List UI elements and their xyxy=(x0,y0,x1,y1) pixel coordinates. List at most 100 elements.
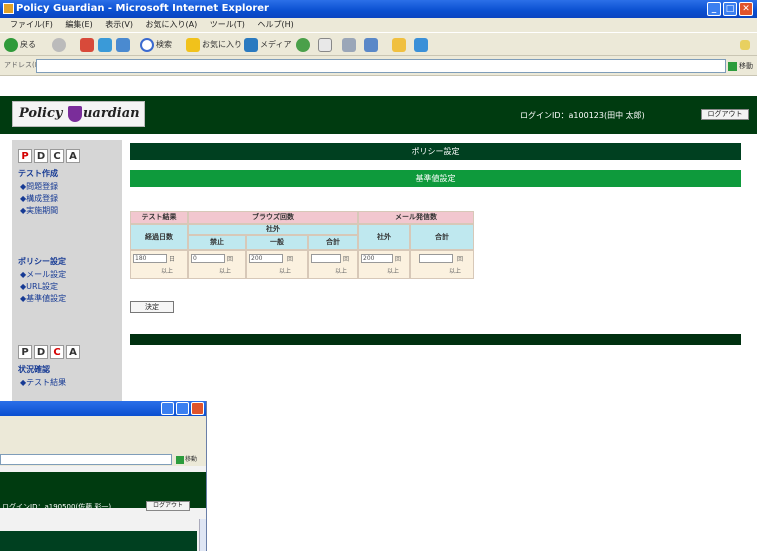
pdca-a[interactable]: A xyxy=(66,149,80,163)
mail-total-input[interactable] xyxy=(419,254,453,263)
decide-button[interactable]: 決定 xyxy=(130,301,174,313)
sidebar-item-structure[interactable]: ◆構成登録 xyxy=(20,193,58,204)
address-bar: アドレス(D) 移動 xyxy=(0,56,757,76)
second-browser-window: 移動 ログインID：a190500(佐藤 彩一) ログアウト xyxy=(0,401,207,551)
search-icon xyxy=(140,37,154,52)
media-button[interactable]: メディア xyxy=(244,37,291,53)
history-icon xyxy=(296,37,310,52)
header-external: 社外 xyxy=(188,224,358,235)
section-title-bar: ポリシー設定 xyxy=(130,143,741,160)
menu-help[interactable]: ヘルプ(H) xyxy=(257,20,293,29)
home-button[interactable] xyxy=(116,37,132,53)
go-arrow-icon xyxy=(728,61,737,71)
pdca-nav-plan: P D C A xyxy=(18,149,80,163)
folder-icon xyxy=(392,37,406,52)
cell-general: 200 回 以上 xyxy=(246,250,308,279)
search-button[interactable]: 検索 xyxy=(140,37,172,53)
second-logout-button[interactable]: ログアウト xyxy=(146,501,190,511)
logout-button[interactable]: ログアウト xyxy=(701,109,749,120)
sidebar-item-question[interactable]: ◆問題登録 xyxy=(20,181,58,192)
second-go-button[interactable]: 移動 xyxy=(176,454,197,464)
stop-button[interactable] xyxy=(80,37,96,53)
messenger-button[interactable] xyxy=(414,37,430,53)
mail-external-input[interactable]: 200 xyxy=(361,254,393,263)
back-arrow-icon xyxy=(4,37,18,52)
shield-icon xyxy=(67,105,82,122)
sidebar-item-period[interactable]: ◆実施期間 xyxy=(20,205,58,216)
login-info: ログインID：a100123(田中 太郎) xyxy=(520,111,645,120)
mail-icon xyxy=(318,37,332,52)
header-mail-count: メール発信数 xyxy=(358,211,474,224)
days-input[interactable]: 180 xyxy=(133,254,167,263)
print-icon xyxy=(342,37,356,52)
forbidden-input[interactable]: 0 xyxy=(191,254,225,263)
second-title-bar xyxy=(0,401,206,416)
header-total: 合計 xyxy=(308,235,358,250)
general-input[interactable]: 200 xyxy=(249,254,283,263)
refresh-icon xyxy=(98,37,112,52)
edit-icon xyxy=(364,37,378,52)
minimize-button[interactable]: _ xyxy=(707,2,721,16)
cell-days: 180 日 以上 xyxy=(130,250,188,279)
cell-mail-total: 回 以上 xyxy=(410,250,474,279)
second-login-info: ログインID：a190500(佐藤 彩一) xyxy=(2,503,112,511)
sidebar-item-mail[interactable]: ◆メール設定 xyxy=(20,269,66,280)
pdca-c[interactable]: C xyxy=(50,149,64,163)
home-icon xyxy=(116,37,130,52)
maximize-button[interactable]: □ xyxy=(723,2,737,16)
forward-arrow-icon xyxy=(52,37,66,52)
header-mail-external: 社外 xyxy=(358,224,410,250)
back-button[interactable]: 戻る xyxy=(4,37,36,53)
pdca-nav-check: P D C A xyxy=(18,345,80,359)
forward-button[interactable] xyxy=(52,37,68,53)
pdca-p[interactable]: P xyxy=(18,345,32,359)
header-test-result: テスト結果 xyxy=(130,211,188,224)
sidebar-item-url[interactable]: ◆URL設定 xyxy=(20,281,58,292)
sidebar-section-status: 状況確認 xyxy=(18,365,50,374)
footer-bar xyxy=(130,334,741,345)
refresh-button[interactable] xyxy=(98,37,114,53)
menu-file[interactable]: ファイル(F) xyxy=(10,20,53,29)
favorites-button[interactable]: お気に入り xyxy=(186,37,242,53)
policy-guardian-logo: Policy uardian xyxy=(12,101,145,127)
header-general: 一般 xyxy=(246,235,308,250)
total-input[interactable] xyxy=(311,254,341,263)
second-minimize-button[interactable] xyxy=(161,402,174,415)
cell-total: 回 以上 xyxy=(308,250,358,279)
second-address-input[interactable] xyxy=(0,454,172,465)
messenger-icon xyxy=(414,37,428,52)
sidebar-item-threshold[interactable]: ◆基準値設定 xyxy=(20,293,66,304)
address-input[interactable] xyxy=(36,59,726,73)
pdca-c[interactable]: C xyxy=(50,345,64,359)
title-bar: Policy Guardian - Microsoft Internet Exp… xyxy=(0,0,757,18)
print-button[interactable] xyxy=(342,37,358,53)
pdca-a[interactable]: A xyxy=(66,345,80,359)
menu-bar: ファイル(F) 編集(E) 表示(V) お気に入り(A) ツール(T) ヘルプ(… xyxy=(0,18,757,32)
subsection-title-bar: 基準値設定 xyxy=(130,170,741,187)
pdca-d[interactable]: D xyxy=(34,345,48,359)
menu-tools[interactable]: ツール(T) xyxy=(210,20,245,29)
second-close-button[interactable] xyxy=(191,402,204,415)
close-button[interactable]: ✕ xyxy=(739,2,753,16)
second-maximize-button[interactable] xyxy=(176,402,189,415)
sidebar-section-test-create: テスト作成 xyxy=(18,169,58,178)
menu-edit[interactable]: 編集(E) xyxy=(65,20,92,29)
second-toolbar xyxy=(0,416,206,452)
pdca-p[interactable]: P xyxy=(18,149,32,163)
second-scrollbar[interactable] xyxy=(199,519,206,551)
mail-button[interactable] xyxy=(318,37,334,53)
menu-view[interactable]: 表示(V) xyxy=(105,20,133,29)
menu-favorites[interactable]: お気に入り(A) xyxy=(146,20,198,29)
cell-forbidden: 0 回 以上 xyxy=(188,250,246,279)
sidebar-item-test-result[interactable]: ◆テスト結果 xyxy=(20,377,66,388)
go-button[interactable]: 移動 xyxy=(728,59,754,73)
stop-icon xyxy=(80,37,94,52)
folder-button[interactable] xyxy=(392,37,408,53)
toolbar: 戻る 検索 お気に入り メディア xyxy=(0,32,757,56)
threshold-table: テスト結果 ブラウズ回数 メール発信数 経過日数 社外 禁止 一般 合計 社外 … xyxy=(130,211,474,279)
sidebar-section-policy: ポリシー設定 xyxy=(18,257,66,266)
edit-button[interactable] xyxy=(364,37,380,53)
history-button[interactable] xyxy=(296,37,312,53)
ie-icon xyxy=(3,3,14,14)
pdca-d[interactable]: D xyxy=(34,149,48,163)
